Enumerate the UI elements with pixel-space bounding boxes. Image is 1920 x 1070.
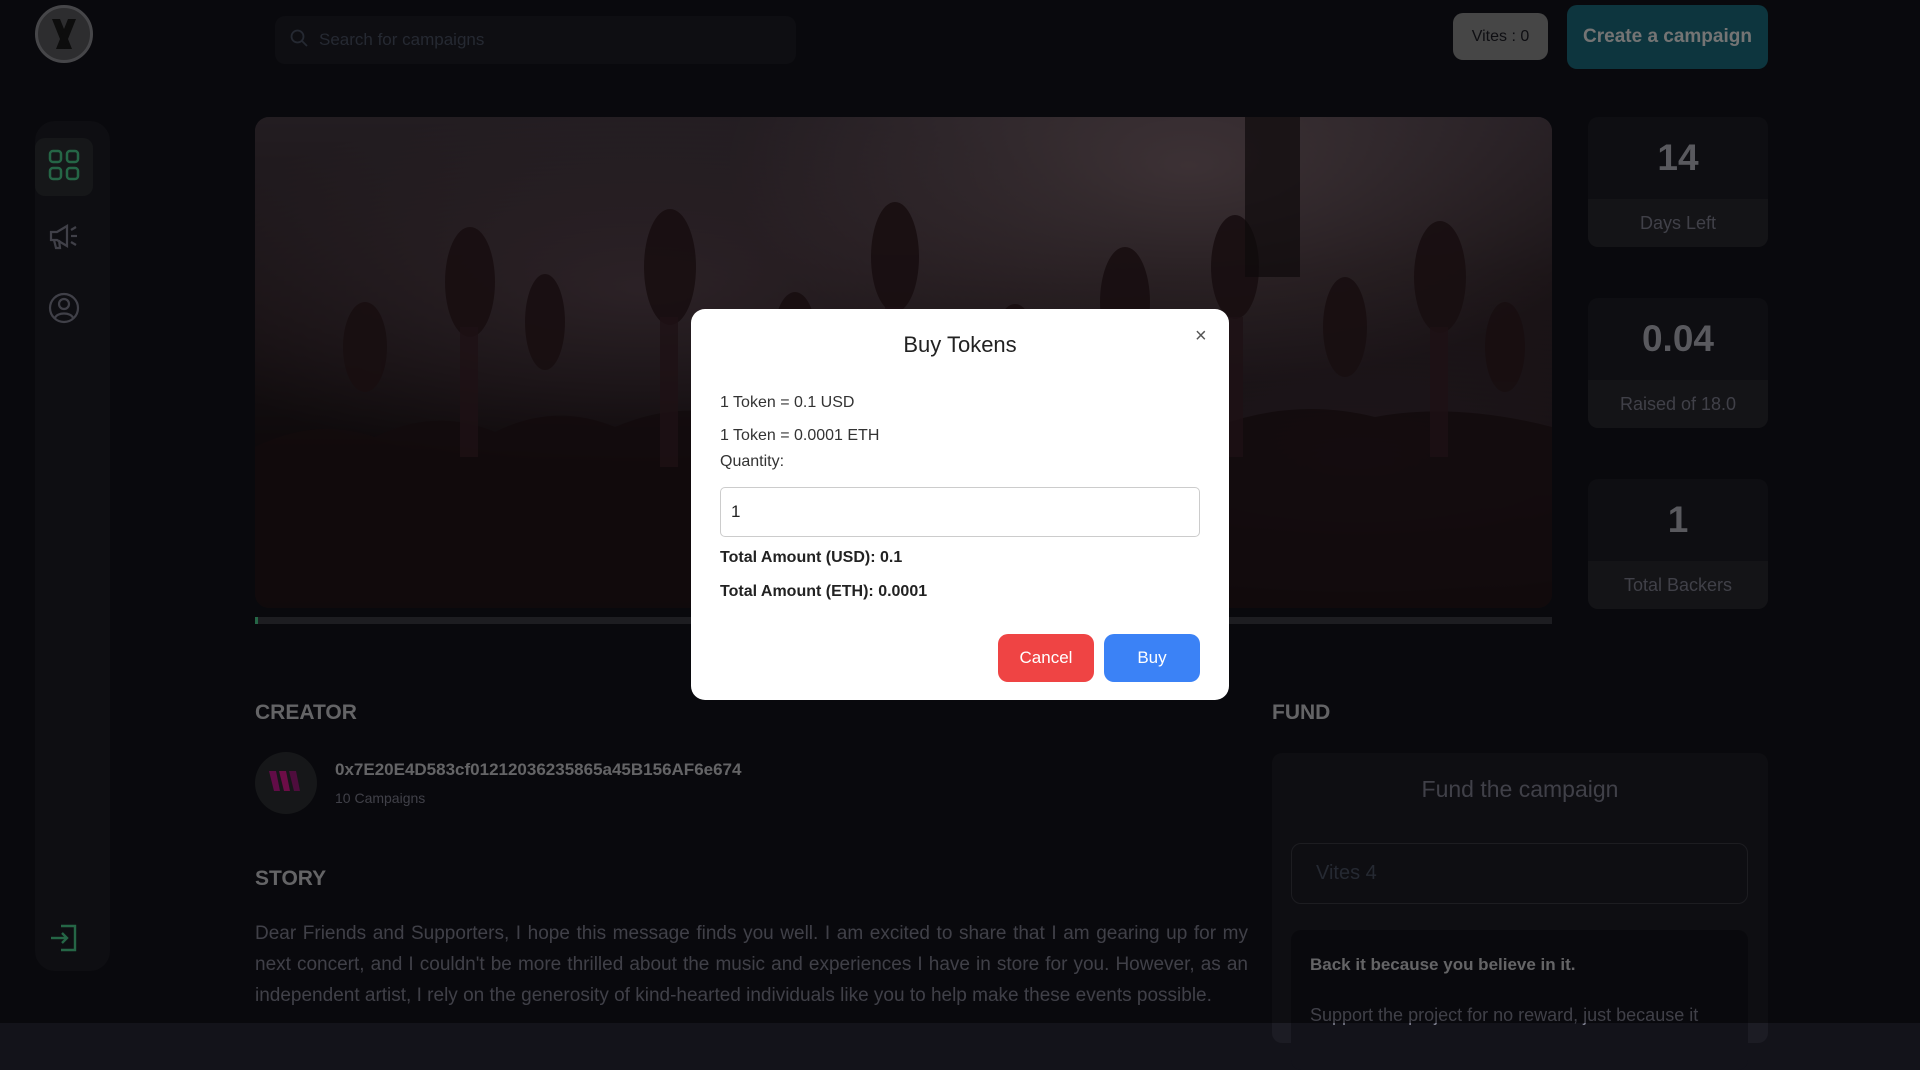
total-amount-usd: Total Amount (USD): 0.1 bbox=[720, 549, 903, 566]
buy-tokens-modal: Buy Tokens × 1 Token = 0.1 USD 1 Token =… bbox=[691, 309, 1229, 700]
close-icon[interactable]: × bbox=[1195, 325, 1207, 348]
quantity-input[interactable] bbox=[720, 487, 1200, 537]
token-rate-usd: 1 Token = 0.1 USD bbox=[720, 394, 855, 411]
buy-button[interactable]: Buy bbox=[1104, 634, 1200, 682]
token-rate-eth: 1 Token = 0.0001 ETH bbox=[720, 427, 880, 444]
total-amount-eth: Total Amount (ETH): 0.0001 bbox=[720, 583, 928, 600]
campaign-page: Vites : 0 Create a campaign bbox=[0, 0, 1920, 1070]
quantity-label: Quantity: bbox=[720, 453, 785, 470]
cancel-button[interactable]: Cancel bbox=[998, 634, 1094, 682]
modal-title: Buy Tokens bbox=[903, 332, 1017, 357]
